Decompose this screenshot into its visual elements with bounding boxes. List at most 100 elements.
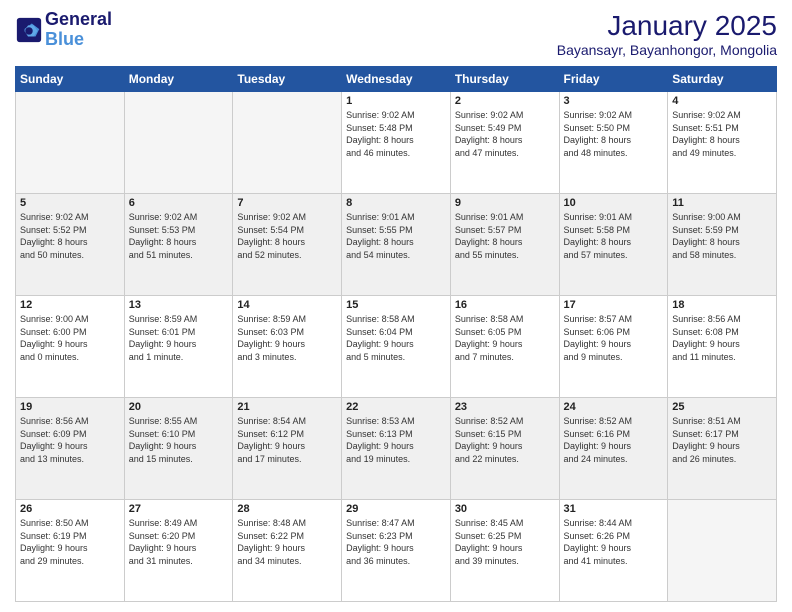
calendar-day: 5 Sunrise: 9:02 AM Sunset: 5:52 PM Daylig… bbox=[16, 194, 125, 296]
day-info: Sunrise: 8:59 AM Sunset: 6:01 PM Dayligh… bbox=[129, 313, 229, 363]
day-number: 7 bbox=[237, 197, 337, 209]
calendar-day: 20 Sunrise: 8:55 AM Sunset: 6:10 PM Dayli… bbox=[124, 398, 233, 500]
day-number: 21 bbox=[237, 401, 337, 413]
day-info: Sunrise: 8:54 AM Sunset: 6:12 PM Dayligh… bbox=[237, 415, 337, 465]
calendar-day bbox=[16, 92, 125, 194]
header-row: Sunday Monday Tuesday Wednesday Thursday… bbox=[16, 67, 777, 92]
day-info: Sunrise: 8:47 AM Sunset: 6:23 PM Dayligh… bbox=[346, 517, 446, 567]
day-number: 13 bbox=[129, 299, 229, 311]
day-number: 3 bbox=[564, 95, 664, 107]
calendar-day: 31 Sunrise: 8:44 AM Sunset: 6:26 PM Dayli… bbox=[559, 500, 668, 602]
day-number: 15 bbox=[346, 299, 446, 311]
calendar-day: 14 Sunrise: 8:59 AM Sunset: 6:03 PM Dayli… bbox=[233, 296, 342, 398]
day-info: Sunrise: 8:44 AM Sunset: 6:26 PM Dayligh… bbox=[564, 517, 664, 567]
calendar-day: 11Sunrise: 9:00 AM Sunset: 5:59 PM Dayli… bbox=[668, 194, 777, 296]
day-info: Sunrise: 8:51 AM Sunset: 6:17 PM Dayligh… bbox=[672, 415, 772, 465]
col-tuesday: Tuesday bbox=[233, 67, 342, 92]
location-title: Bayansayr, Bayanhongor, Mongolia bbox=[557, 42, 777, 58]
day-info: Sunrise: 8:49 AM Sunset: 6:20 PM Dayligh… bbox=[129, 517, 229, 567]
day-info: Sunrise: 9:02 AM Sunset: 5:53 PM Dayligh… bbox=[129, 211, 229, 261]
logo-line1: General bbox=[45, 10, 112, 30]
day-info: Sunrise: 9:00 AM Sunset: 6:00 PM Dayligh… bbox=[20, 313, 120, 363]
header: General Blue January 2025 Bayansayr, Bay… bbox=[15, 10, 777, 58]
day-info: Sunrise: 8:52 AM Sunset: 6:16 PM Dayligh… bbox=[564, 415, 664, 465]
day-number: 9 bbox=[455, 197, 555, 209]
calendar-day: 16Sunrise: 8:58 AM Sunset: 6:05 PM Dayli… bbox=[450, 296, 559, 398]
calendar-day: 2Sunrise: 9:02 AM Sunset: 5:49 PM Daylig… bbox=[450, 92, 559, 194]
day-number: 23 bbox=[455, 401, 555, 413]
day-number: 14 bbox=[237, 299, 337, 311]
day-info: Sunrise: 8:55 AM Sunset: 6:10 PM Dayligh… bbox=[129, 415, 229, 465]
day-info: Sunrise: 9:02 AM Sunset: 5:52 PM Dayligh… bbox=[20, 211, 120, 261]
col-saturday: Saturday bbox=[668, 67, 777, 92]
day-number: 1 bbox=[346, 95, 446, 107]
day-info: Sunrise: 9:01 AM Sunset: 5:58 PM Dayligh… bbox=[564, 211, 664, 261]
calendar-week-3: 12 Sunrise: 9:00 AM Sunset: 6:00 PM Dayli… bbox=[16, 296, 777, 398]
title-block: January 2025 Bayansayr, Bayanhongor, Mon… bbox=[557, 10, 777, 58]
day-number: 4 bbox=[672, 95, 772, 107]
day-info: Sunrise: 9:02 AM Sunset: 5:49 PM Dayligh… bbox=[455, 109, 555, 159]
calendar-day: 3 Sunrise: 9:02 AM Sunset: 5:50 PM Daylig… bbox=[559, 92, 668, 194]
calendar-day bbox=[124, 92, 233, 194]
day-info: Sunrise: 9:02 AM Sunset: 5:54 PM Dayligh… bbox=[237, 211, 337, 261]
day-info: Sunrise: 8:53 AM Sunset: 6:13 PM Dayligh… bbox=[346, 415, 446, 465]
day-number: 22 bbox=[346, 401, 446, 413]
col-friday: Friday bbox=[559, 67, 668, 92]
calendar-day: 26 Sunrise: 8:50 AM Sunset: 6:19 PM Dayli… bbox=[16, 500, 125, 602]
day-info: Sunrise: 9:00 AM Sunset: 5:59 PM Dayligh… bbox=[672, 211, 772, 261]
calendar-day: 17 Sunrise: 8:57 AM Sunset: 6:06 PM Dayli… bbox=[559, 296, 668, 398]
col-monday: Monday bbox=[124, 67, 233, 92]
calendar-week-1: 1 Sunrise: 9:02 AM Sunset: 5:48 PM Daylig… bbox=[16, 92, 777, 194]
day-info: Sunrise: 8:52 AM Sunset: 6:15 PM Dayligh… bbox=[455, 415, 555, 465]
logo-icon bbox=[15, 16, 43, 44]
calendar-week-5: 26 Sunrise: 8:50 AM Sunset: 6:19 PM Dayli… bbox=[16, 500, 777, 602]
day-number: 12 bbox=[20, 299, 120, 311]
day-number: 18 bbox=[672, 299, 772, 311]
day-info: Sunrise: 8:48 AM Sunset: 6:22 PM Dayligh… bbox=[237, 517, 337, 567]
calendar-day: 1 Sunrise: 9:02 AM Sunset: 5:48 PM Daylig… bbox=[342, 92, 451, 194]
calendar-day: 8Sunrise: 9:01 AM Sunset: 5:55 PM Daylig… bbox=[342, 194, 451, 296]
day-number: 31 bbox=[564, 503, 664, 515]
day-number: 25 bbox=[672, 401, 772, 413]
calendar-day: 30 Sunrise: 8:45 AM Sunset: 6:25 PM Dayli… bbox=[450, 500, 559, 602]
calendar-day: 9 Sunrise: 9:01 AM Sunset: 5:57 PM Daylig… bbox=[450, 194, 559, 296]
calendar-day: 7 Sunrise: 9:02 AM Sunset: 5:54 PM Daylig… bbox=[233, 194, 342, 296]
day-number: 27 bbox=[129, 503, 229, 515]
calendar-day: 13 Sunrise: 8:59 AM Sunset: 6:01 PM Dayli… bbox=[124, 296, 233, 398]
day-info: Sunrise: 9:02 AM Sunset: 5:50 PM Dayligh… bbox=[564, 109, 664, 159]
calendar-week-4: 19Sunrise: 8:56 AM Sunset: 6:09 PM Dayli… bbox=[16, 398, 777, 500]
calendar-day: 15 Sunrise: 8:58 AM Sunset: 6:04 PM Dayli… bbox=[342, 296, 451, 398]
day-info: Sunrise: 9:01 AM Sunset: 5:57 PM Dayligh… bbox=[455, 211, 555, 261]
day-info: Sunrise: 9:02 AM Sunset: 5:48 PM Dayligh… bbox=[346, 109, 446, 159]
calendar-day: 19Sunrise: 8:56 AM Sunset: 6:09 PM Dayli… bbox=[16, 398, 125, 500]
calendar-day: 21 Sunrise: 8:54 AM Sunset: 6:12 PM Dayli… bbox=[233, 398, 342, 500]
col-thursday: Thursday bbox=[450, 67, 559, 92]
day-number: 17 bbox=[564, 299, 664, 311]
day-info: Sunrise: 9:02 AM Sunset: 5:51 PM Dayligh… bbox=[672, 109, 772, 159]
day-info: Sunrise: 8:57 AM Sunset: 6:06 PM Dayligh… bbox=[564, 313, 664, 363]
day-number: 30 bbox=[455, 503, 555, 515]
calendar-day: 22 Sunrise: 8:53 AM Sunset: 6:13 PM Dayli… bbox=[342, 398, 451, 500]
calendar-day bbox=[668, 500, 777, 602]
calendar-day: 6Sunrise: 9:02 AM Sunset: 5:53 PM Daylig… bbox=[124, 194, 233, 296]
day-number: 24 bbox=[564, 401, 664, 413]
day-number: 19 bbox=[20, 401, 120, 413]
day-info: Sunrise: 8:45 AM Sunset: 6:25 PM Dayligh… bbox=[455, 517, 555, 567]
calendar-day: 18Sunrise: 8:56 AM Sunset: 6:08 PM Dayli… bbox=[668, 296, 777, 398]
calendar-day: 12 Sunrise: 9:00 AM Sunset: 6:00 PM Dayli… bbox=[16, 296, 125, 398]
day-number: 26 bbox=[20, 503, 120, 515]
calendar-table: Sunday Monday Tuesday Wednesday Thursday… bbox=[15, 66, 777, 602]
logo: General Blue bbox=[15, 10, 112, 50]
day-info: Sunrise: 8:59 AM Sunset: 6:03 PM Dayligh… bbox=[237, 313, 337, 363]
day-number: 5 bbox=[20, 197, 120, 209]
day-info: Sunrise: 8:58 AM Sunset: 6:05 PM Dayligh… bbox=[455, 313, 555, 363]
day-info: Sunrise: 9:01 AM Sunset: 5:55 PM Dayligh… bbox=[346, 211, 446, 261]
day-info: Sunrise: 8:58 AM Sunset: 6:04 PM Dayligh… bbox=[346, 313, 446, 363]
logo-line2: Blue bbox=[45, 30, 112, 50]
day-number: 10 bbox=[564, 197, 664, 209]
calendar-day: 23 Sunrise: 8:52 AM Sunset: 6:15 PM Dayli… bbox=[450, 398, 559, 500]
calendar-day: 10 Sunrise: 9:01 AM Sunset: 5:58 PM Dayli… bbox=[559, 194, 668, 296]
calendar-day: 27 Sunrise: 8:49 AM Sunset: 6:20 PM Dayli… bbox=[124, 500, 233, 602]
day-number: 20 bbox=[129, 401, 229, 413]
day-info: Sunrise: 8:50 AM Sunset: 6:19 PM Dayligh… bbox=[20, 517, 120, 567]
